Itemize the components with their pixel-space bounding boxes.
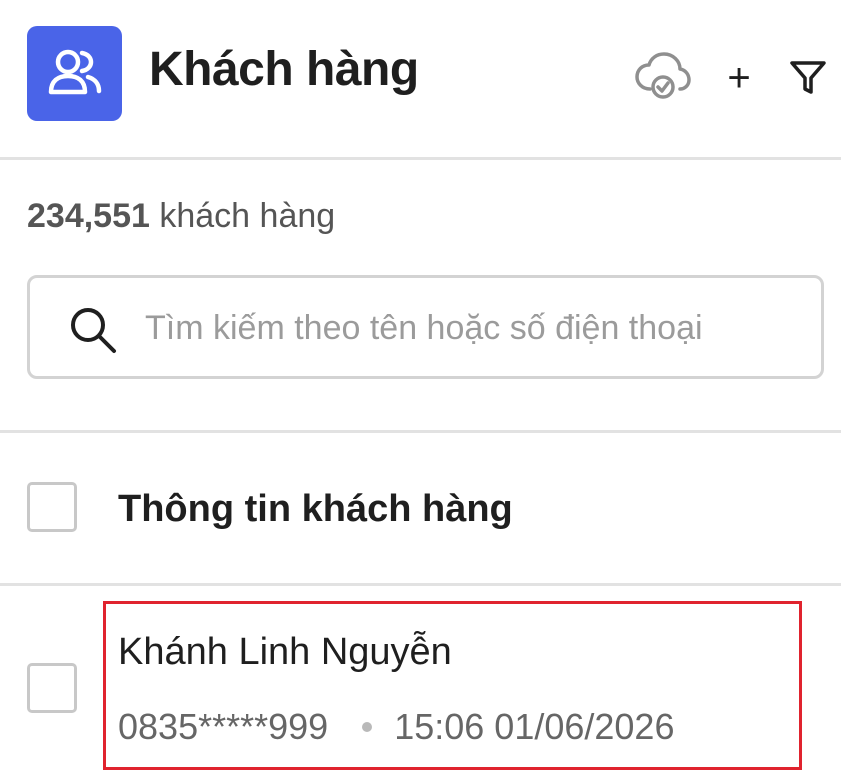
customer-count: 234,551 khách hàng xyxy=(27,193,335,239)
select-all-checkbox[interactable] xyxy=(27,482,77,532)
filter-button[interactable] xyxy=(788,58,828,98)
separator-dot xyxy=(362,722,373,732)
search-input[interactable] xyxy=(145,300,795,356)
column-header-customer-info: Thông tin khách hàng xyxy=(118,488,513,530)
row-checkbox[interactable] xyxy=(27,663,77,713)
cloud-sync-button[interactable] xyxy=(634,50,692,102)
customer-name: Khánh Linh Nguyễn xyxy=(118,631,452,673)
users-icon xyxy=(48,49,101,94)
search-box[interactable] xyxy=(27,275,824,379)
app-logo xyxy=(27,26,122,121)
cloud-sync-icon xyxy=(635,52,691,99)
customer-count-unit: khách hàng xyxy=(159,197,336,235)
table-header-divider xyxy=(0,583,841,586)
customer-phone: 0835*****999 xyxy=(118,706,329,747)
customer-meta: 0835*****999 15:06 01/06/2026 xyxy=(118,704,674,750)
filter-icon xyxy=(790,61,826,94)
add-customer-button[interactable]: + xyxy=(720,56,758,100)
add-icon: + xyxy=(727,56,751,100)
customer-count-number: 234,551 xyxy=(27,197,150,235)
search-divider xyxy=(0,430,841,433)
page-title: Khách hàng xyxy=(149,43,419,96)
header-divider xyxy=(0,157,841,160)
customer-datetime: 15:06 01/06/2026 xyxy=(394,706,675,747)
search-icon xyxy=(71,308,116,353)
